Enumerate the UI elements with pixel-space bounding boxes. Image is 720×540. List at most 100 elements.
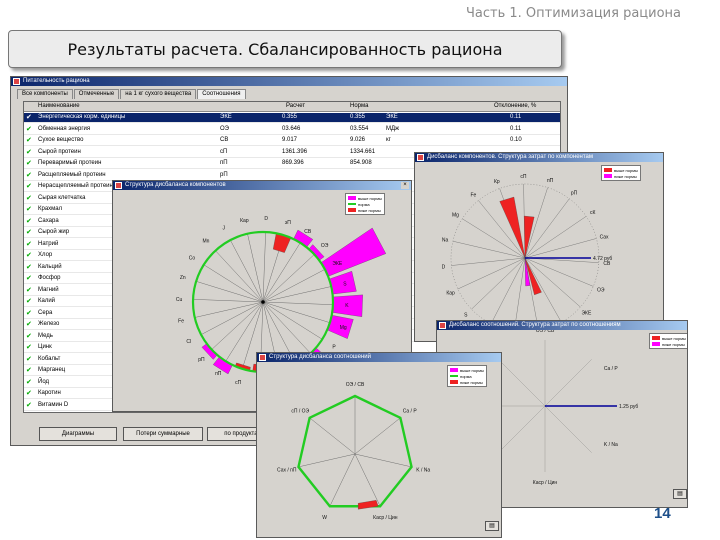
- legend-swatch-above: [652, 336, 660, 340]
- legend-swatch-below: [348, 208, 356, 212]
- column-header-deviation[interactable]: Отклонение, %: [494, 103, 536, 109]
- column-header-calc[interactable]: Расчет: [286, 103, 305, 109]
- axis-label: Na: [442, 237, 449, 243]
- nutrition-window-titlebar[interactable]: Питательность рациона: [11, 77, 567, 86]
- plot-background: [417, 164, 663, 340]
- row-check-icon: ✔: [26, 183, 32, 190]
- row-check-icon: ✔: [26, 344, 32, 351]
- window-icon: [115, 182, 122, 189]
- row-name: Натрий: [38, 240, 59, 247]
- axis-label: сП: [520, 174, 527, 180]
- row-norm: 0.355: [350, 114, 366, 120]
- legend-label: выше нормы: [614, 167, 638, 173]
- row-norm: 1334.661: [350, 148, 376, 155]
- legend: выше нормы норма ниже нормы: [447, 365, 487, 387]
- row-name: Магний: [38, 286, 59, 293]
- axis-label: K / Na: [416, 468, 430, 474]
- legend: выше нормы норма ниже нормы: [345, 193, 385, 215]
- row-name: Медь: [38, 332, 53, 339]
- component-cost-titlebar[interactable]: Дисбаланс компонентов. Структура затрат …: [415, 153, 663, 162]
- window-title: Структура дисбаланса соотношений: [269, 354, 371, 360]
- axis-label: ЭКЕ: [581, 310, 592, 316]
- row-check-icon: ✔: [26, 298, 32, 305]
- row-name: Энергетическая корм. единицы: [38, 114, 126, 120]
- ratio-cost-titlebar[interactable]: Дисбаланс соотношений. Структура затрат …: [437, 321, 687, 330]
- row-unit: ОЭ: [220, 125, 229, 132]
- row-name: Кобальт: [38, 355, 61, 362]
- axis-label: D: [264, 216, 268, 222]
- row-check-icon: ✔: [26, 229, 32, 236]
- row-unit2: МДж: [386, 125, 400, 132]
- legend-swatch-below: [604, 174, 612, 178]
- component-imbalance-titlebar[interactable]: Структура дисбаланса компонентов ×: [113, 181, 411, 190]
- row-check-icon: ✔: [26, 252, 32, 259]
- row-check-icon: ✔: [26, 332, 32, 340]
- table-row[interactable]: ✔ Обменная энергия ОЭ 03.646 03.554 МДж 0.11: [24, 125, 560, 135]
- total-losses-button[interactable]: Потери суммарные: [123, 427, 203, 441]
- row-name: Каротин: [38, 390, 61, 396]
- row-calc: 0.355: [282, 114, 298, 120]
- axis-label: Zn: [180, 275, 186, 281]
- axis-label: рП: [198, 357, 205, 363]
- axis-label: Кар: [446, 290, 455, 296]
- axis-label: W: [322, 515, 327, 521]
- legend: выше нормы ниже нормы: [649, 333, 687, 349]
- row-name: Йод: [38, 378, 50, 385]
- plot-background: [259, 364, 501, 536]
- close-icon[interactable]: ×: [401, 182, 409, 189]
- tab-marked[interactable]: Отмеченные: [73, 89, 120, 99]
- window-title: Дисбаланс соотношений. Структура затрат …: [449, 322, 621, 328]
- row-name: Калий: [38, 298, 56, 304]
- cost-annotation: 1.25 руб: [619, 404, 638, 410]
- cost-annotation: 4.72 руб: [593, 256, 612, 262]
- tab-per-kg-dry[interactable]: на 1 кг сухого вещества: [120, 89, 197, 99]
- tab-all-components[interactable]: Все компоненты: [17, 89, 73, 99]
- row-deviation: 0.11: [510, 125, 522, 132]
- page-number: 14: [654, 505, 671, 522]
- table-row[interactable]: ✔ Энергетическая корм. единицы ЭКЕ 0.355 0.3…: [24, 113, 560, 123]
- row-check-icon: ✔: [26, 321, 32, 328]
- row-calc: 869.396: [282, 160, 304, 166]
- row-name: Марганец: [38, 367, 66, 373]
- legend-swatch-above: [604, 168, 612, 172]
- axis-label: сК: [590, 210, 596, 216]
- row-deviation: 0.11: [510, 114, 522, 120]
- row-check-icon: ✔: [26, 263, 32, 271]
- axis-label: Mg: [452, 212, 459, 218]
- row-check-icon: ✔: [26, 114, 32, 121]
- row-check-icon: ✔: [26, 171, 32, 179]
- row-name: Нерасщепляемый протеин: [38, 183, 113, 189]
- column-header-norm[interactable]: Норма: [350, 103, 368, 109]
- row-check-icon: ✔: [26, 148, 32, 156]
- row-unit: пП: [220, 160, 228, 166]
- slide-title: Результаты расчета. Сбалансированность р…: [67, 39, 503, 59]
- axis-label: K / Na: [604, 442, 618, 448]
- legend-swatch-above: [450, 368, 458, 372]
- export-button[interactable]: ▤: [673, 489, 687, 499]
- row-name: Расщепляемый протеин: [38, 171, 106, 178]
- table-row[interactable]: ✔ Сухое вещество СВ 9.017 9.026 кг 0.10: [24, 136, 560, 146]
- row-calc: 1361.396: [282, 148, 308, 155]
- legend-label: норма: [460, 373, 472, 379]
- row-check-icon: ✔: [26, 390, 32, 397]
- legend-swatch-norm: [450, 375, 458, 377]
- row-calc: 9.017: [282, 137, 298, 143]
- axis-label: Cl: [186, 339, 191, 345]
- legend-swatch-above: [348, 196, 356, 200]
- export-button[interactable]: ▤: [485, 521, 499, 531]
- row-check-icon: ✔: [26, 217, 32, 225]
- axis-label: ОЭ: [597, 287, 605, 293]
- axis-label: Каср / Цин: [533, 480, 558, 486]
- row-check-icon: ✔: [26, 355, 32, 363]
- legend-label: ниже нормы: [614, 173, 637, 179]
- column-header-name[interactable]: Наименование: [38, 103, 80, 109]
- diagrams-button[interactable]: Диаграммы: [39, 427, 117, 441]
- ratio-imbalance-titlebar[interactable]: Структура дисбаланса соотношений: [257, 353, 501, 362]
- slide-header: Часть 1. Оптимизация рациона: [466, 6, 682, 21]
- window-icon: [259, 354, 266, 361]
- legend: выше нормы ниже нормы: [601, 165, 641, 181]
- row-name: Сера: [38, 309, 53, 316]
- window-title: Питательность рациона: [23, 78, 90, 84]
- tab-ratios[interactable]: Соотношения: [197, 89, 246, 99]
- row-name: Фосфор: [38, 275, 61, 281]
